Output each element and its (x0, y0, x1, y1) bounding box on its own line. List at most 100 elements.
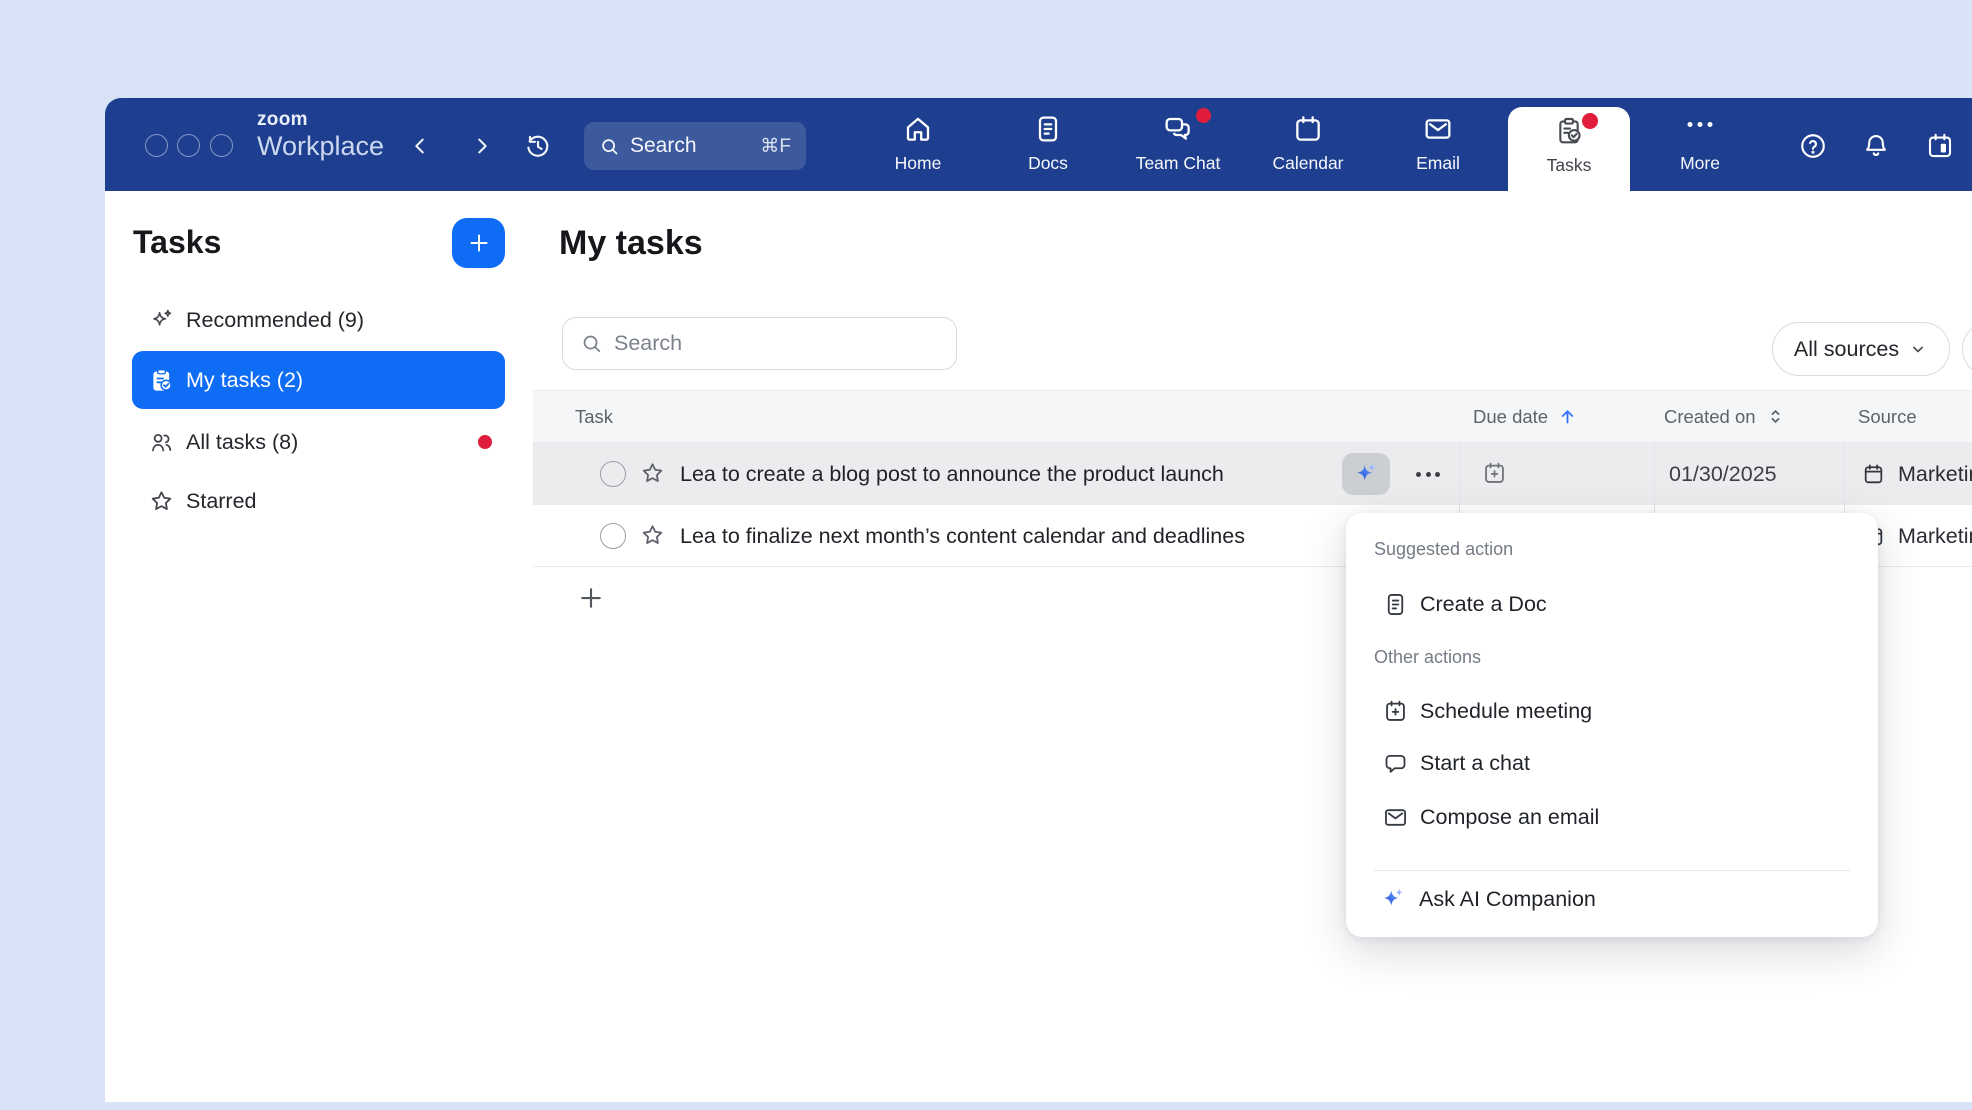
column-created-on[interactable]: Created on (1664, 391, 1786, 442)
forward-button[interactable] (466, 130, 498, 162)
task-complete-radio[interactable] (600, 461, 626, 487)
more-icon (1688, 122, 1713, 127)
global-search-placeholder: Search (630, 134, 760, 158)
app-header: zoom Workplace Search ⌘F Home (105, 98, 1972, 191)
plus-icon (576, 583, 606, 613)
menu-item-compose-email[interactable]: Compose an email (1346, 794, 1864, 840)
menu-item-ask-ai-label: Ask AI Companion (1419, 887, 1596, 912)
table-header: Task Due date Created on Source (533, 390, 1972, 443)
main-content: My tasks Search All sources Task Due dat… (533, 191, 1972, 1102)
home-icon (902, 113, 934, 145)
source-filter-dropdown[interactable]: All sources (1772, 322, 1950, 376)
ai-companion-button[interactable] (1342, 453, 1390, 495)
nav-tab-email[interactable]: Email (1373, 98, 1503, 191)
star-icon[interactable] (639, 460, 666, 487)
all-tasks-badge (478, 435, 492, 449)
chat-bubble-icon (1382, 750, 1409, 777)
envelope-icon (1382, 804, 1409, 831)
docs-icon (1032, 113, 1064, 145)
source-cell: Marketing (1861, 443, 1972, 505)
menu-item-compose-email-label: Compose an email (1420, 805, 1599, 830)
help-button[interactable] (1791, 124, 1835, 168)
nav-tab-calendar-label: Calendar (1243, 153, 1373, 174)
sidebar-title: Tasks (133, 224, 221, 261)
menu-item-create-doc[interactable]: Create a Doc (1346, 581, 1864, 627)
brand-workplace: Workplace (257, 133, 384, 160)
menu-item-schedule-meeting-label: Schedule meeting (1420, 699, 1592, 724)
window-control-3[interactable] (210, 134, 233, 157)
clipped-filter-pill[interactable] (1962, 322, 1972, 376)
page-title: My tasks (559, 224, 703, 263)
sort-ascending-icon (1557, 406, 1578, 427)
chevron-right-icon (471, 135, 493, 157)
global-search[interactable]: Search ⌘F (584, 122, 806, 170)
source-filter-label: All sources (1794, 337, 1899, 362)
app-window: zoom Workplace Search ⌘F Home (105, 98, 1972, 1102)
search-icon (599, 136, 620, 157)
add-task-inline-button[interactable] (576, 583, 606, 613)
column-source[interactable]: Source (1858, 391, 1917, 442)
nav-tab-home-label: Home (853, 153, 983, 174)
add-task-button[interactable] (452, 218, 505, 268)
menu-section-suggested: Suggested action (1374, 539, 1513, 560)
sidebar-item-all-tasks[interactable]: All tasks (8) (132, 413, 505, 471)
nav-tab-home[interactable]: Home (853, 98, 983, 191)
history-button[interactable] (522, 130, 554, 162)
nav-tab-team-chat-label: Team Chat (1113, 153, 1243, 174)
nav-tab-tasks-label: Tasks (1508, 155, 1630, 176)
row-more-actions[interactable] (1411, 443, 1445, 505)
people-icon (148, 429, 175, 456)
nav-tab-tasks[interactable]: Tasks (1508, 107, 1630, 191)
column-divider (1654, 443, 1655, 505)
menu-item-ask-ai-companion[interactable]: Ask AI Companion (1346, 876, 1864, 922)
sidebar-item-starred[interactable]: Starred (132, 472, 505, 530)
help-icon (1798, 131, 1828, 161)
nav-tab-team-chat[interactable]: Team Chat (1113, 98, 1243, 191)
nav-tab-email-label: Email (1373, 153, 1503, 174)
search-icon (580, 332, 603, 355)
ai-companion-icon (1378, 884, 1408, 914)
task-row-1[interactable]: Lea to create a blog post to announce th… (533, 443, 1972, 505)
sidebar-item-my-tasks-label: My tasks (2) (186, 368, 303, 393)
task-search-placeholder: Search (614, 331, 682, 356)
menu-item-start-chat[interactable]: Start a chat (1346, 740, 1864, 786)
search-shortcut: ⌘F (760, 135, 791, 158)
nav-tab-more-label: More (1635, 153, 1765, 174)
notifications-button[interactable] (1854, 124, 1898, 168)
chevron-left-icon (409, 135, 431, 157)
sidebar-item-my-tasks[interactable]: My tasks (2) (132, 351, 505, 409)
nav-tab-calendar[interactable]: Calendar (1243, 98, 1373, 191)
sidebar-item-recommended[interactable]: Recommended (9) (132, 291, 505, 349)
add-due-date-icon[interactable] (1481, 460, 1508, 487)
calendar-today-button[interactable] (1918, 124, 1962, 168)
nav-tab-more[interactable]: More (1635, 98, 1765, 191)
menu-divider (1374, 870, 1850, 871)
task-search-input[interactable]: Search (562, 317, 957, 370)
column-due-date[interactable]: Due date (1473, 391, 1578, 442)
my-tasks-icon (148, 367, 175, 394)
window-control-1[interactable] (145, 134, 168, 157)
menu-item-start-chat-label: Start a chat (1420, 751, 1530, 776)
nav-tab-docs[interactable]: Docs (983, 98, 1113, 191)
sort-toggle-icon (1765, 406, 1786, 427)
column-divider (1459, 443, 1460, 505)
brand-logo: zoom Workplace (257, 110, 384, 160)
back-button[interactable] (404, 130, 436, 162)
history-icon (523, 131, 553, 161)
team-chat-icon (1162, 113, 1194, 145)
nav-tab-docs-label: Docs (983, 153, 1113, 174)
task-title: Lea to create a blog post to announce th… (680, 443, 1224, 505)
task-title: Lea to finalize next month’s content cal… (680, 505, 1245, 567)
sidebar: Tasks Recommended (9) My tasks (2) All t… (105, 191, 534, 1102)
created-on-value: 01/30/2025 (1669, 443, 1777, 505)
email-icon (1422, 113, 1454, 145)
source-value: Marketing (1898, 462, 1972, 487)
window-control-2[interactable] (177, 134, 200, 157)
star-icon[interactable] (639, 522, 666, 549)
ai-sparkle-icon (1351, 459, 1381, 489)
sidebar-item-all-tasks-label: All tasks (8) (186, 430, 298, 455)
task-complete-radio[interactable] (600, 523, 626, 549)
menu-section-other: Other actions (1374, 647, 1481, 668)
calendar-plus-icon (1382, 698, 1409, 725)
menu-item-schedule-meeting[interactable]: Schedule meeting (1346, 688, 1864, 734)
